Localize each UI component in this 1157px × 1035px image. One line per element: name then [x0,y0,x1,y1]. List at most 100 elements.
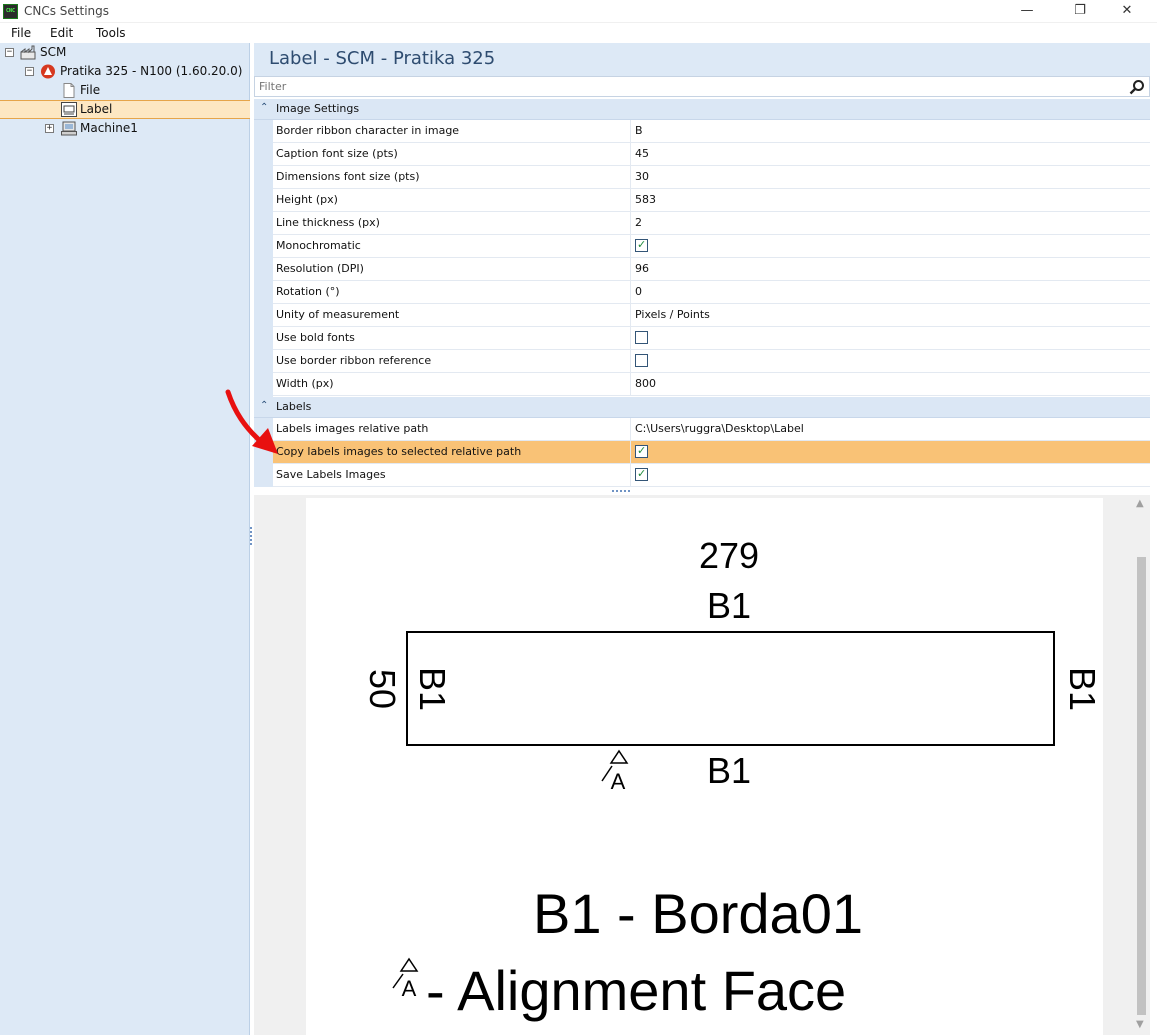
property-value: ✓ [635,441,1149,463]
property-row-selected[interactable]: Copy labels images to selected relative … [273,441,1150,464]
menu-file[interactable]: File [11,26,31,40]
alignment-face-marker: A [601,749,629,794]
property-name: Labels images relative path [273,418,631,440]
horizontal-splitter[interactable] [612,490,630,494]
grid-gutter [254,120,273,397]
legend-alignment-text: - Alignment Face [426,959,846,1022]
menu-edit[interactable]: Edit [50,26,73,40]
property-name: Border ribbon character in image [273,120,631,142]
property-value[interactable]: B [635,120,1149,142]
property-row[interactable]: Labels images relative path C:\Users\rug… [273,418,1150,441]
property-value[interactable]: Pixels / Points [635,304,1149,326]
tree-label-scm: SCM [40,45,67,59]
scrollbar-thumb[interactable] [1137,557,1146,1015]
property-value[interactable]: 45 [635,143,1149,165]
close-button[interactable]: ✕ [1110,0,1144,23]
menu-tools[interactable]: Tools [96,26,126,40]
bottom-edge-text: B1 [707,750,751,791]
panel-header: Label - SCM - Pratika 325 [254,43,1150,76]
check-icon: ✓ [637,467,647,480]
tree-label-machine-model: Pratika 325 - N100 (1.60.20.0) [60,64,243,78]
minimize-button[interactable]: — [1010,0,1044,23]
property-name: Rotation (°) [273,281,631,303]
triangle-icon [609,749,629,764]
label-icon [61,102,77,117]
property-row[interactable]: Border ribbon character in image B [273,120,1150,143]
app-icon: CNC [3,4,18,19]
category-image-settings[interactable]: ⌃ Image Settings [254,99,1150,120]
vertical-scrollbar[interactable]: ▲ ▼ [1133,495,1150,1035]
property-row[interactable]: Dimensions font size (pts) 30 [273,166,1150,189]
property-name: Use border ribbon reference [273,350,631,372]
category-label: Image Settings [276,102,360,115]
property-row[interactable]: Use border ribbon reference [273,350,1150,373]
right-edge-text: B1 [1062,667,1103,711]
chevron-up-icon[interactable]: ⌃ [260,103,270,113]
property-value[interactable]: C:\Users\ruggra\Desktop\Label [635,418,1149,440]
restore-button[interactable]: ❐ [1063,0,1097,23]
property-name: Unity of measurement [273,304,631,326]
check-icon: ✓ [637,444,647,457]
collapse-icon[interactable]: − [5,48,14,57]
left-edge-text: B1 [412,667,453,711]
property-value[interactable]: 583 [635,189,1149,211]
label-preview: 279 B1 50 B1 B1 B1 A B1 - Borda01 A - Al… [254,495,1150,1035]
tree-item-scm[interactable]: − SCM [0,43,250,62]
tree-label-machine1: Machine1 [80,121,138,135]
filter-input[interactable] [255,77,1125,96]
tree-label-label: Label [80,102,113,116]
collapse-icon[interactable]: − [25,67,34,76]
search-icon[interactable] [1129,79,1145,95]
category-labels[interactable]: ⌃ Labels [254,397,1150,418]
title-bar: CNC CNCs Settings — ❐ ✕ [0,0,1157,23]
property-value: ✓ [635,464,1149,486]
use-bold-fonts-checkbox[interactable] [635,331,648,344]
scroll-down-icon[interactable]: ▼ [1136,1019,1144,1030]
cnc-logo-icon [41,64,55,79]
property-value: ✓ [635,235,1149,257]
tree-item-machine-model[interactable]: − Pratika 325 - N100 (1.60.20.0) [0,62,250,81]
factory-icon [20,45,36,60]
settings-tree: − SCM − Pratika 325 - N100 (1.60.20.0) F… [0,43,250,1035]
property-name: Dimensions font size (pts) [273,166,631,188]
panel-outline [406,631,1055,746]
property-name: Save Labels Images [273,464,631,486]
use-border-ribbon-reference-checkbox[interactable] [635,354,648,367]
property-row[interactable]: Resolution (DPI) 96 [273,258,1150,281]
property-name: Caption font size (pts) [273,143,631,165]
label-drawing: 279 B1 50 B1 B1 B1 A B1 - Borda01 A - Al… [362,535,1103,1022]
monochromatic-checkbox[interactable]: ✓ [635,238,648,252]
property-value[interactable]: 800 [635,373,1149,395]
triangle-icon [399,957,419,972]
tree-item-label[interactable]: Label [0,100,250,119]
tree-item-file[interactable]: File [0,81,250,100]
scroll-up-icon[interactable]: ▲ [1136,498,1144,509]
property-row[interactable]: Monochromatic ✓ [273,235,1150,258]
save-labels-images-checkbox[interactable]: ✓ [635,467,648,481]
legend-marker-text: A [402,976,417,1001]
property-row[interactable]: Line thickness (px) 2 [273,212,1150,235]
property-row[interactable]: Height (px) 583 [273,189,1150,212]
label-canvas: 279 B1 50 B1 B1 B1 A B1 - Borda01 A - Al… [306,498,1103,1035]
check-icon: ✓ [637,238,647,251]
property-row[interactable]: Save Labels Images ✓ [273,464,1150,487]
property-row[interactable]: Use bold fonts [273,327,1150,350]
property-value[interactable]: 2 [635,212,1149,234]
top-edge-text: B1 [707,585,751,626]
property-row[interactable]: Width (px) 800 [273,373,1150,396]
property-name: Height (px) [273,189,631,211]
copy-labels-images-checkbox[interactable]: ✓ [635,444,648,458]
property-row[interactable]: Caption font size (pts) 45 [273,143,1150,166]
property-row[interactable]: Unity of measurement Pixels / Points [273,304,1150,327]
annotation-arrow-icon [225,389,278,454]
property-value[interactable]: 96 [635,258,1149,280]
property-value[interactable]: 30 [635,166,1149,188]
tree-item-machine1[interactable]: + Machine1 [0,119,250,138]
property-row[interactable]: Rotation (°) 0 [273,281,1150,304]
top-dimension-text: 279 [699,535,759,576]
property-name: Width (px) [273,373,631,395]
legend-alignment-marker: A [392,957,419,1001]
property-value[interactable]: 0 [635,281,1149,303]
expand-icon[interactable]: + [45,124,54,133]
property-value [635,350,1149,372]
